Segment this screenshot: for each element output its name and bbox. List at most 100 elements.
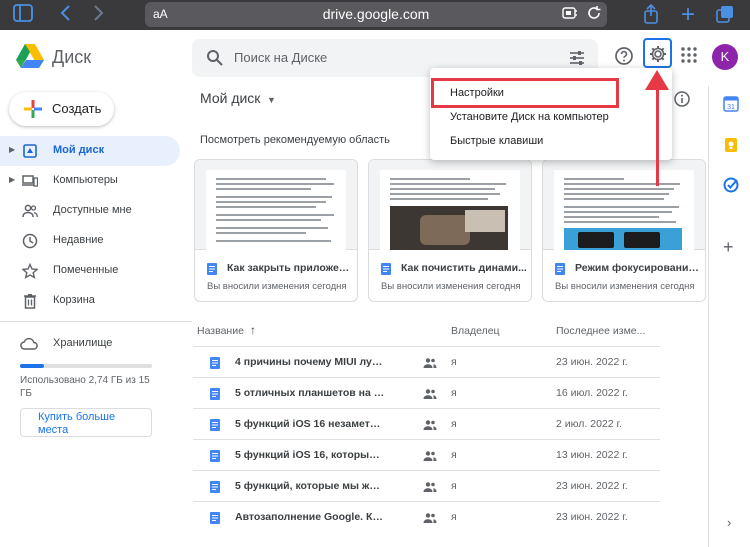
settings-button[interactable] (643, 38, 672, 68)
page-title[interactable]: Мой диск (200, 90, 260, 106)
google-doc-icon (381, 262, 391, 275)
file-owner: я (451, 356, 457, 368)
shared-icon (423, 387, 437, 399)
card-title: Как закрыть приложен... (227, 262, 353, 274)
file-modified-date: 13 июн. 2022 г. (556, 449, 628, 461)
table-row[interactable]: 5 функций, которые мы ждем от iPad ... я 2… (193, 470, 660, 501)
annotation-arrow-head-icon (645, 70, 669, 90)
search-input[interactable]: Поиск на Диске (234, 50, 327, 65)
google-doc-icon (210, 387, 220, 400)
file-owner: я (451, 449, 457, 461)
new-tab-icon[interactable]: + (677, 3, 699, 27)
keep-icon[interactable] (723, 137, 739, 153)
sidebar-toggle-icon[interactable] (12, 4, 34, 26)
file-modified-date: 23 июн. 2022 г. (556, 480, 628, 492)
create-label: Создать (52, 101, 102, 116)
back-icon[interactable] (54, 4, 76, 26)
card-subtitle: Вы вносили изменения сегодня (207, 281, 347, 292)
suggested-section-title: Посмотреть рекомендуемую область (200, 134, 390, 146)
menu-item-shortcuts[interactable]: Быстрые клавиши (430, 130, 672, 154)
sidebar-item-shared[interactable]: Доступные мне (0, 196, 180, 226)
sidebar-divider (0, 321, 192, 322)
reload-icon[interactable] (586, 5, 602, 24)
gear-icon (648, 44, 668, 69)
expand-arrow-icon[interactable]: ▶ (9, 145, 15, 154)
suggested-card[interactable]: Как почистить динами... Вы вносили измен… (368, 159, 532, 302)
sidebar-item-trash[interactable]: Корзина (0, 286, 180, 316)
help-icon[interactable] (614, 46, 636, 68)
suggested-card[interactable]: Режим фокусирования ... Вы вносили измен… (542, 159, 706, 302)
file-name: 5 функций iOS 16 незаметных с перв... (235, 418, 385, 430)
app-name: Диск (52, 47, 92, 67)
file-owner: я (451, 387, 457, 399)
browser-toolbar: aA drive.google.com + (0, 0, 750, 30)
sidebar-item-computers[interactable]: ▶ Компьютеры (0, 166, 180, 196)
table-row[interactable]: Автозаполнение Google. Как посмотр... я 23… (193, 501, 660, 532)
document-preview (206, 170, 346, 250)
document-thumbnail (543, 160, 705, 250)
chevron-down-icon[interactable]: ▼ (267, 95, 276, 105)
sidebar-item-label: Недавние (53, 234, 104, 246)
document-preview (554, 170, 694, 250)
sort-arrow-icon[interactable]: ↑ (250, 323, 256, 337)
tasks-icon[interactable] (723, 177, 739, 193)
sidebar-item-my-drive[interactable]: ▶ Мой диск (0, 136, 180, 166)
shared-icon (423, 449, 437, 461)
expand-arrow-icon[interactable]: ▶ (9, 175, 15, 184)
sidebar-item-storage[interactable]: Хранилище (0, 329, 180, 359)
file-name: 5 отличных планшетов на Андроид, к... (235, 387, 385, 399)
cloud-icon (20, 336, 38, 352)
buy-storage-button[interactable]: Купить больше места (20, 408, 152, 437)
side-panel: 31 + › (708, 86, 750, 547)
star-icon (21, 262, 39, 279)
highlight-box (431, 78, 619, 108)
screen-icon[interactable] (562, 5, 578, 24)
suggested-card[interactable]: Как закрыть приложен... Вы вносили измен… (194, 159, 358, 302)
google-doc-icon (210, 449, 220, 462)
file-modified-date: 23 июн. 2022 г. (556, 356, 628, 368)
search-icon[interactable] (206, 49, 224, 67)
table-row[interactable]: 4 причины почему MIUI лучше конкур... я 23… (193, 346, 660, 377)
plus-icon (23, 99, 43, 119)
menu-item-install-drive[interactable]: Установите Диск на компьютер (430, 106, 672, 130)
address-bar[interactable]: aA drive.google.com (145, 2, 607, 27)
table-row[interactable]: 5 функций iOS 16, которые давно ест... я 1… (193, 439, 660, 470)
buy-storage-label: Купить больше места (38, 411, 116, 436)
create-button[interactable]: Создать (9, 92, 114, 126)
info-icon[interactable] (674, 91, 690, 107)
shared-icon (423, 480, 437, 492)
google-doc-icon (210, 418, 220, 431)
column-header-name[interactable]: Название (197, 325, 244, 337)
calendar-icon[interactable]: 31 (723, 96, 739, 112)
trash-icon (22, 293, 38, 309)
storage-used-text: Использовано 2,74 ГБ из 15 ГБ (20, 375, 150, 399)
add-addon-icon[interactable]: + (723, 238, 734, 256)
file-name: 4 причины почему MIUI лучше конкур... (235, 356, 385, 368)
avatar[interactable]: K (712, 44, 738, 70)
apps-grid-icon[interactable] (680, 46, 702, 68)
document-thumbnail (195, 160, 357, 250)
document-thumbnail (369, 160, 531, 250)
tabs-overview-icon[interactable] (714, 4, 736, 26)
menu-item-label: Быстрые клавиши (450, 135, 544, 147)
google-doc-icon (210, 356, 220, 369)
url-text: drive.google.com (322, 6, 430, 22)
my-drive-icon (22, 143, 38, 159)
table-row[interactable]: 5 функций iOS 16 незаметных с перв... я 2 … (193, 408, 660, 439)
column-header-owner[interactable]: Владелец (451, 325, 500, 337)
sidebar-item-starred[interactable]: Помеченные (0, 256, 180, 286)
drive-logo-icon[interactable] (16, 43, 44, 69)
sidebar-item-recent[interactable]: Недавние (0, 226, 180, 256)
storage-progress-fill (20, 364, 44, 368)
forward-icon[interactable] (88, 4, 110, 26)
file-name: 5 функций, которые мы ждем от iPad ... (235, 480, 385, 492)
chevron-right-icon[interactable]: › (727, 515, 731, 530)
search-options-icon[interactable] (568, 49, 586, 67)
google-doc-icon (555, 262, 565, 275)
google-doc-icon (210, 511, 220, 524)
google-doc-icon (210, 480, 220, 493)
column-header-modified[interactable]: Последнее изме... (556, 325, 645, 337)
share-icon[interactable] (640, 3, 662, 26)
card-title: Режим фокусирования ... (575, 262, 701, 274)
table-row[interactable]: 5 отличных планшетов на Андроид, к... я 16… (193, 377, 660, 408)
